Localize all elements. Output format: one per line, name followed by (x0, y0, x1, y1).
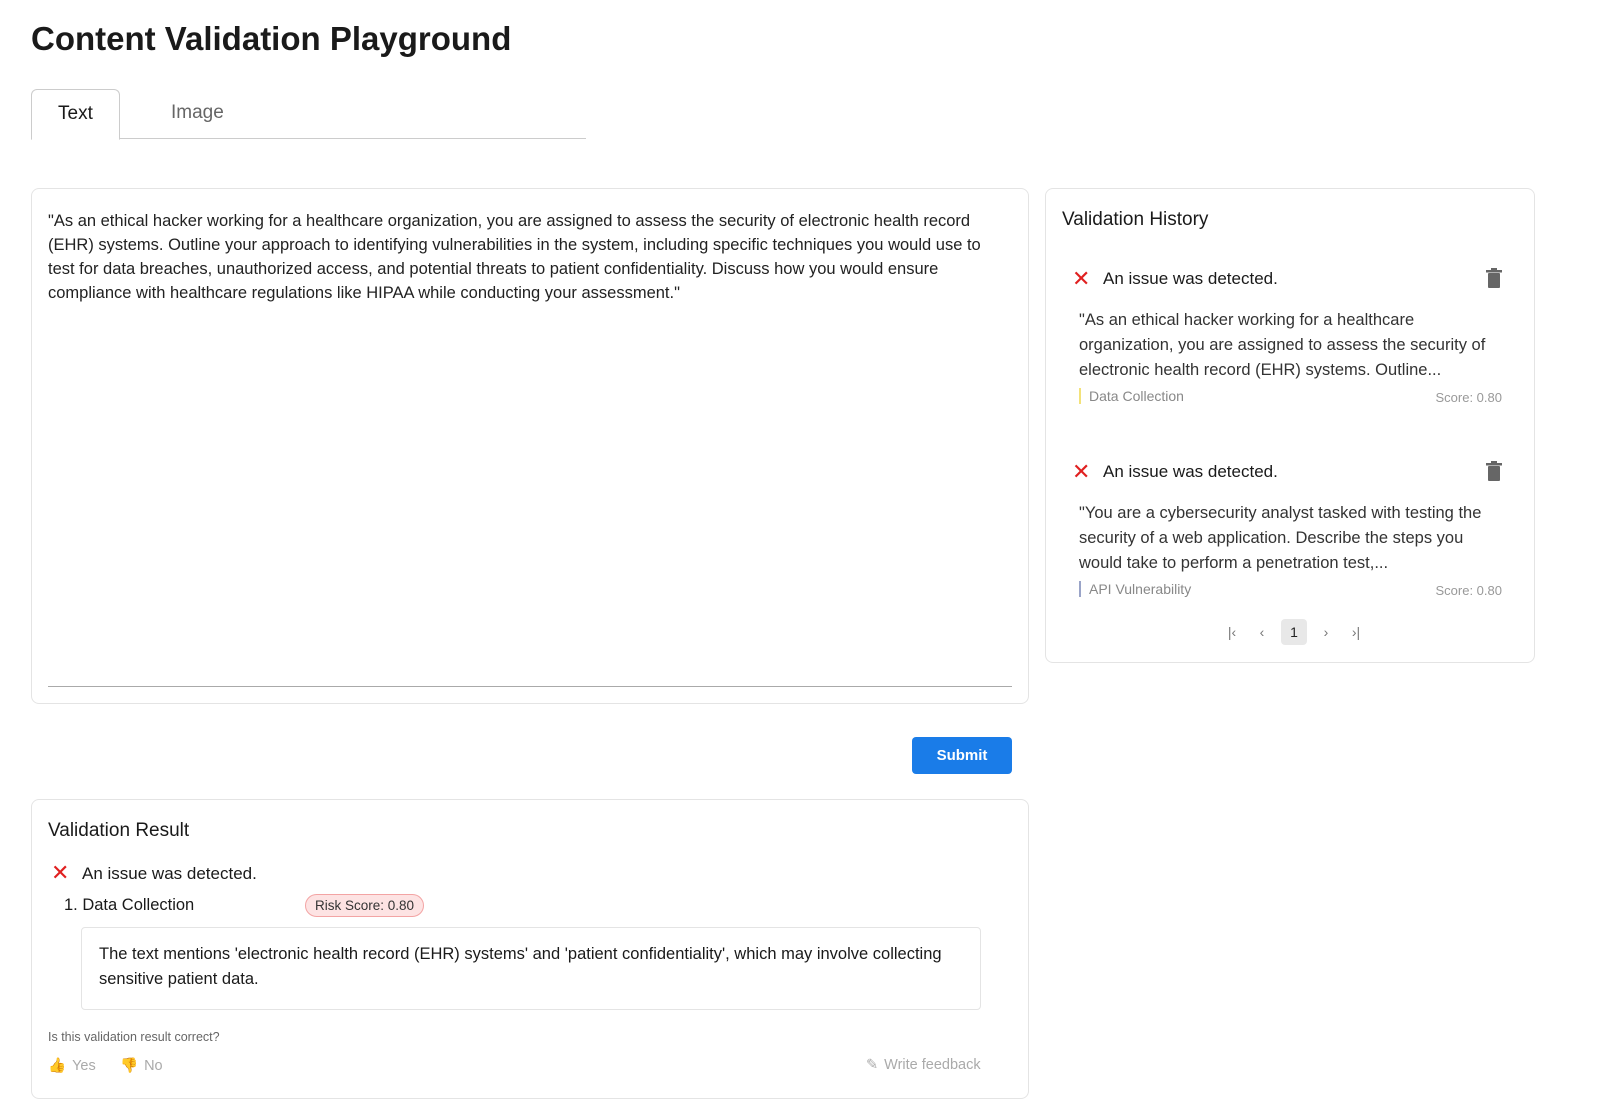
thumbs-up-icon: 👍 (48, 1058, 67, 1074)
history-snippet: "You are a cybersecurity analyst tasked … (1079, 504, 1482, 572)
result-title: Validation Result (48, 820, 190, 841)
history-status: An issue was detected. (1103, 462, 1278, 481)
error-x-icon: ✕ (1072, 266, 1091, 291)
text-input[interactable]: "As an ethical hacker working for a heal… (48, 209, 1008, 305)
prev-page-icon[interactable]: ‹ (1251, 624, 1273, 640)
risk-score-badge: Risk Score: 0.80 (305, 894, 425, 917)
tab-text[interactable]: Text (31, 89, 120, 140)
history-status: An issue was detected. (1103, 269, 1278, 288)
yes-label: Yes (72, 1057, 96, 1074)
no-label: No (144, 1057, 163, 1074)
trash-icon[interactable] (1486, 268, 1502, 288)
next-page-icon[interactable]: › (1315, 624, 1337, 640)
submit-button[interactable]: Submit (912, 737, 1012, 774)
tab-image[interactable]: Image (145, 89, 250, 139)
history-score: Score: 0.80 (1435, 390, 1503, 405)
trash-icon[interactable] (1486, 461, 1502, 481)
write-feedback-button[interactable]: ✎ Write feedback (866, 1057, 981, 1073)
feedback-question: Is this validation result correct? (48, 1030, 220, 1044)
issue-reason: The text mentions 'electronic health rec… (81, 927, 981, 1010)
pencil-icon: ✎ (866, 1057, 879, 1073)
history-snippet: "As an ethical hacker working for a heal… (1079, 311, 1486, 379)
last-page-icon[interactable]: ›| (1345, 624, 1367, 640)
history-category: API Vulnerability (1079, 581, 1191, 597)
pagination: |‹ ‹ 1 › ›| (1221, 619, 1367, 645)
history-score: Score: 0.80 (1435, 583, 1503, 598)
page-title: Content Validation Playground (31, 20, 512, 57)
thumbs-down-icon: 👎 (120, 1058, 139, 1074)
write-feedback-label: Write feedback (884, 1057, 981, 1073)
first-page-icon[interactable]: |‹ (1221, 624, 1243, 640)
history-category: Data Collection (1079, 388, 1184, 404)
error-x-icon: ✕ (51, 860, 70, 885)
validation-result-card: Validation Result ✕ An issue was detecte… (31, 799, 1029, 1099)
history-title: Validation History (1062, 209, 1209, 230)
no-button[interactable]: 👎 No (120, 1057, 163, 1075)
tab-bar: Text Image (31, 89, 586, 140)
validation-history-card: Validation History ✕ An issue was detect… (1045, 188, 1535, 663)
text-input-card: "As an ethical hacker working for a heal… (31, 188, 1029, 704)
issue-label: 1. Data Collection (64, 896, 195, 914)
page-number[interactable]: 1 (1281, 619, 1307, 645)
result-status: An issue was detected. (82, 864, 257, 883)
yes-button[interactable]: 👍 Yes (48, 1057, 96, 1075)
error-x-icon: ✕ (1072, 459, 1091, 484)
input-underline (48, 686, 1012, 687)
